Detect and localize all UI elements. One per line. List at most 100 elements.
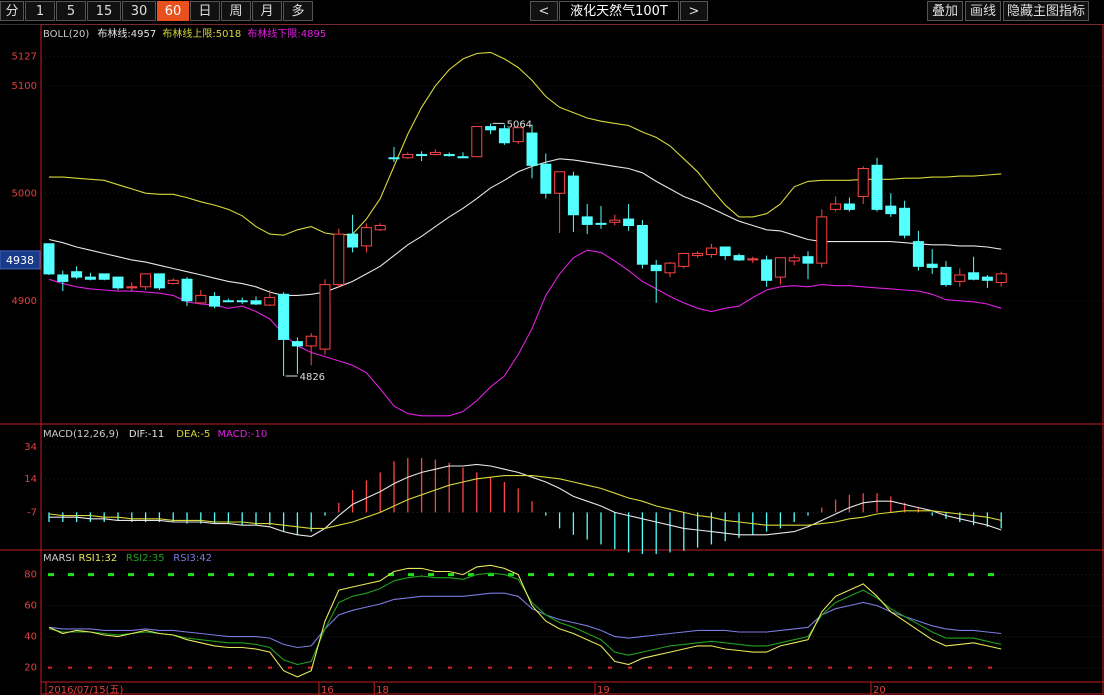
candle-body-31 [471,126,483,158]
candle-body-49 [719,246,731,257]
macd-y-tick-1: 14 [24,474,37,485]
candle-body-35 [526,132,538,166]
candle-body-59 [857,168,869,197]
x-axis-label-2: 18 [376,685,389,695]
candle-body-68 [981,276,993,281]
rsi-legend-2: RSI3:42 [173,553,212,564]
macd-legend-0: DIF:-11 [129,429,164,440]
candle-body-37 [554,171,566,194]
candle-body-42 [623,218,635,227]
candle-body-30 [457,156,469,159]
boll-indicator-label: BOLL(20) [43,29,89,40]
candle-body-27 [416,154,428,157]
candle-body-17 [278,293,290,340]
period-6-button[interactable]: 日 [190,1,220,21]
period-8-button[interactable]: 月 [252,1,282,21]
candle-body-23 [360,227,372,247]
candle-body-7 [140,273,152,288]
candle-body-47 [692,252,704,257]
candle-body-39 [581,216,593,225]
prev-symbol-button[interactable]: < [530,1,558,21]
candle-body-65 [940,266,952,286]
next-symbol-button[interactable]: > [680,1,708,21]
candle-body-9 [167,279,179,285]
candle-body-64 [926,263,938,268]
candle-body-62 [899,207,911,236]
candle-body-53 [774,257,786,278]
candle-body-6 [126,286,138,289]
macd-legend-1: DEA:-5 [176,429,210,440]
rsi3-line [48,592,1002,649]
toolbar-button-2[interactable]: 隐藏主图指标 [1003,1,1089,21]
candle-body-36 [540,163,552,194]
toolbar-button-1[interactable]: 画线 [965,1,1001,21]
candle-body-16 [264,297,276,306]
boll-legend-0: 布林线:4957 [97,27,156,40]
candle-body-52 [761,259,773,281]
candle-body-61 [885,205,897,215]
x-axis-label-3: 19 [597,685,610,695]
candle-body-5 [112,276,124,289]
candle-body-45 [664,262,676,274]
boll-upper-line [49,51,1002,236]
macd-dea-line [48,475,1002,529]
candle-body-50 [733,255,745,261]
candle-body-66 [954,274,966,282]
period-3-button[interactable]: 15 [87,1,121,21]
symbol-name: 液化天然气100T [559,1,679,21]
candle-body-40 [595,222,607,225]
boll-legend-2: 布林线下限:4895 [247,27,326,40]
boll-legend-1: 布林线上限:5018 [162,27,241,40]
candle-body-12 [209,295,221,307]
candle-body-54 [788,257,800,262]
macd-y-tick-2: -7 [27,507,37,518]
candle-body-26 [402,154,414,159]
candle-body-3 [84,276,96,280]
candle-body-63 [912,241,924,267]
candle-body-44 [650,264,662,272]
candle-body-21 [333,233,345,286]
candle-body-20 [319,284,331,350]
candle-body-4 [98,273,110,280]
main-y-tick-2: 5000 [12,188,37,199]
rsi-y-tick-2: 40 [24,632,37,643]
period-0-button[interactable]: 分 [0,1,24,21]
period-1-button[interactable]: 1 [25,1,55,21]
candle-body-41 [609,219,621,223]
period-5-button[interactable]: 60 [157,1,189,21]
candle-body-58 [843,203,855,210]
chart-area[interactable]: 5127 5100 5000 4900 BOLL(20) 布林线:4957 布林线上限:50… [0,24,1104,695]
macd-indicator-label: MACD(12,26,9) [43,429,119,440]
candle-body-48 [705,247,717,256]
candle-body-28 [429,151,441,156]
candle-body-25 [388,157,400,160]
high-annotation: 5064 [507,119,532,130]
period-9-button[interactable]: 多 [283,1,313,21]
candle-body-10 [181,278,193,302]
candle-body-33 [498,128,510,144]
period-4-button[interactable]: 30 [122,1,156,21]
candle-body-32 [485,126,497,131]
candle-body-14 [236,300,248,303]
candle-body-18 [291,341,303,347]
current-price-label: 4938 [6,254,34,267]
chart-frame [40,24,1104,695]
macd-y-tick-0: 34 [24,442,37,453]
period-7-button[interactable]: 周 [221,1,251,21]
x-axis-label-4: 20 [873,685,886,695]
rsi-y-tick-3: 20 [24,663,37,674]
candle-body-57 [830,203,842,210]
x-axis-label-1: 16 [321,685,334,695]
rsi-legend-0: RSI1:32 [79,553,118,564]
rsi-indicator-label: MARSI [43,553,75,564]
toolbar-button-0[interactable]: 叠加 [927,1,963,21]
period-2-button[interactable]: 5 [56,1,86,21]
x-axis-label-0: 2016/07/15(五) [48,685,124,695]
rsi1-line [48,564,1002,678]
main-y-tick-0: 5127 [12,52,37,63]
main-y-tick-3: 4900 [12,296,37,307]
candle-body-13 [222,300,234,303]
candle-body-60 [871,164,883,210]
rsi-y-tick-1: 60 [24,601,37,612]
candle-body-19 [305,335,317,347]
